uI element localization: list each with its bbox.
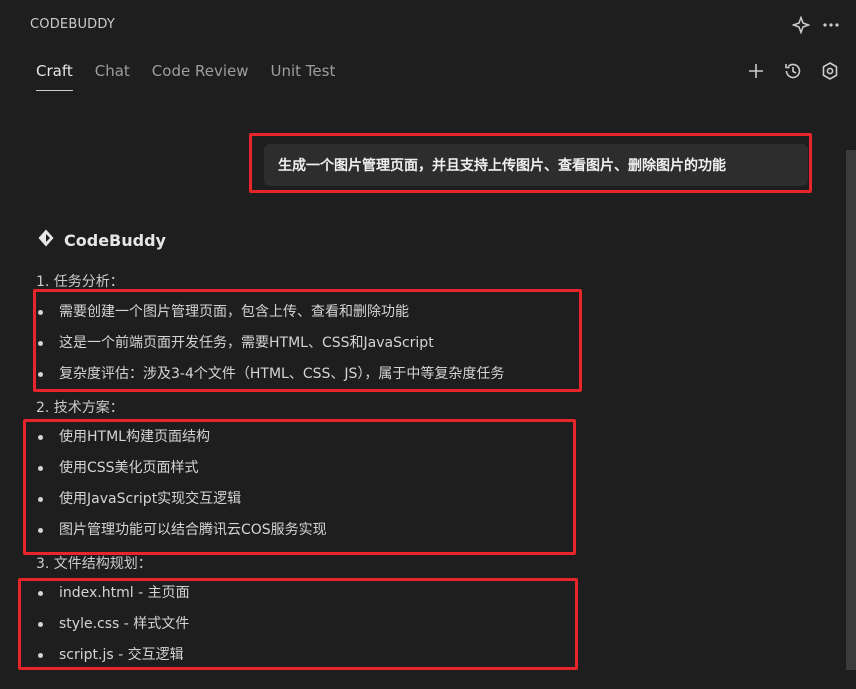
codebuddy-logo-icon — [36, 228, 56, 252]
mode-tabs: Craft Chat Code Review Unit Test — [36, 62, 335, 91]
list-item: 需要创建一个图片管理页面，包含上传、查看和删除功能 — [36, 297, 504, 328]
chat-area: 生成一个图片管理页面，并且支持上传图片、查看图片、删除图片的功能 CodeBud… — [0, 110, 846, 689]
tab-code-review[interactable]: Code Review — [152, 62, 249, 90]
list-item: 使用JavaScript实现交互逻辑 — [36, 484, 327, 515]
tab-craft[interactable]: Craft — [36, 62, 73, 91]
list-item: 这是一个前端页面开发任务，需要HTML、CSS和JavaScript — [36, 328, 504, 359]
list-item: 使用HTML构建页面结构 — [36, 422, 327, 453]
section-list: 需要创建一个图片管理页面，包含上传、查看和删除功能 这是一个前端页面开发任务，需… — [36, 297, 504, 390]
section-title: 2. 技术方案： — [36, 400, 124, 416]
settings-icon[interactable] — [819, 60, 841, 82]
section-list: index.html - 主页面 style.css - 样式文件 script… — [36, 578, 190, 671]
user-message: 生成一个图片管理页面，并且支持上传图片、查看图片、删除图片的功能 — [264, 144, 808, 186]
tab-unit-test[interactable]: Unit Test — [270, 62, 335, 90]
assistant-header: CodeBuddy — [36, 228, 166, 252]
list-item: 图片管理功能可以结合腾讯云COS服务实现 — [36, 515, 327, 546]
list-item: script.js - 交互逻辑 — [36, 640, 190, 671]
tab-chat[interactable]: Chat — [95, 62, 130, 90]
section-title: 1. 任务分析： — [36, 274, 124, 290]
title-bar: CODEBUDDY — [0, 0, 856, 52]
list-item: 复杂度评估：涉及3-4个文件（HTML、CSS、JS），属于中等复杂度任务 — [36, 359, 504, 390]
list-item: style.css - 样式文件 — [36, 609, 190, 640]
list-item: index.html - 主页面 — [36, 578, 190, 609]
plus-icon[interactable] — [745, 60, 767, 82]
more-horizontal-icon[interactable] — [821, 15, 841, 35]
app-title: CODEBUDDY — [30, 17, 116, 32]
history-icon[interactable] — [782, 60, 804, 82]
section-list: 使用HTML构建页面结构 使用CSS美化页面样式 使用JavaScript实现交… — [36, 422, 327, 546]
scrollbar[interactable] — [846, 150, 856, 670]
list-item: 使用CSS美化页面样式 — [36, 453, 327, 484]
assistant-name: CodeBuddy — [64, 230, 166, 250]
sparkle-grid-icon[interactable] — [791, 15, 811, 35]
section-title: 3. 文件结构规划： — [36, 556, 152, 572]
